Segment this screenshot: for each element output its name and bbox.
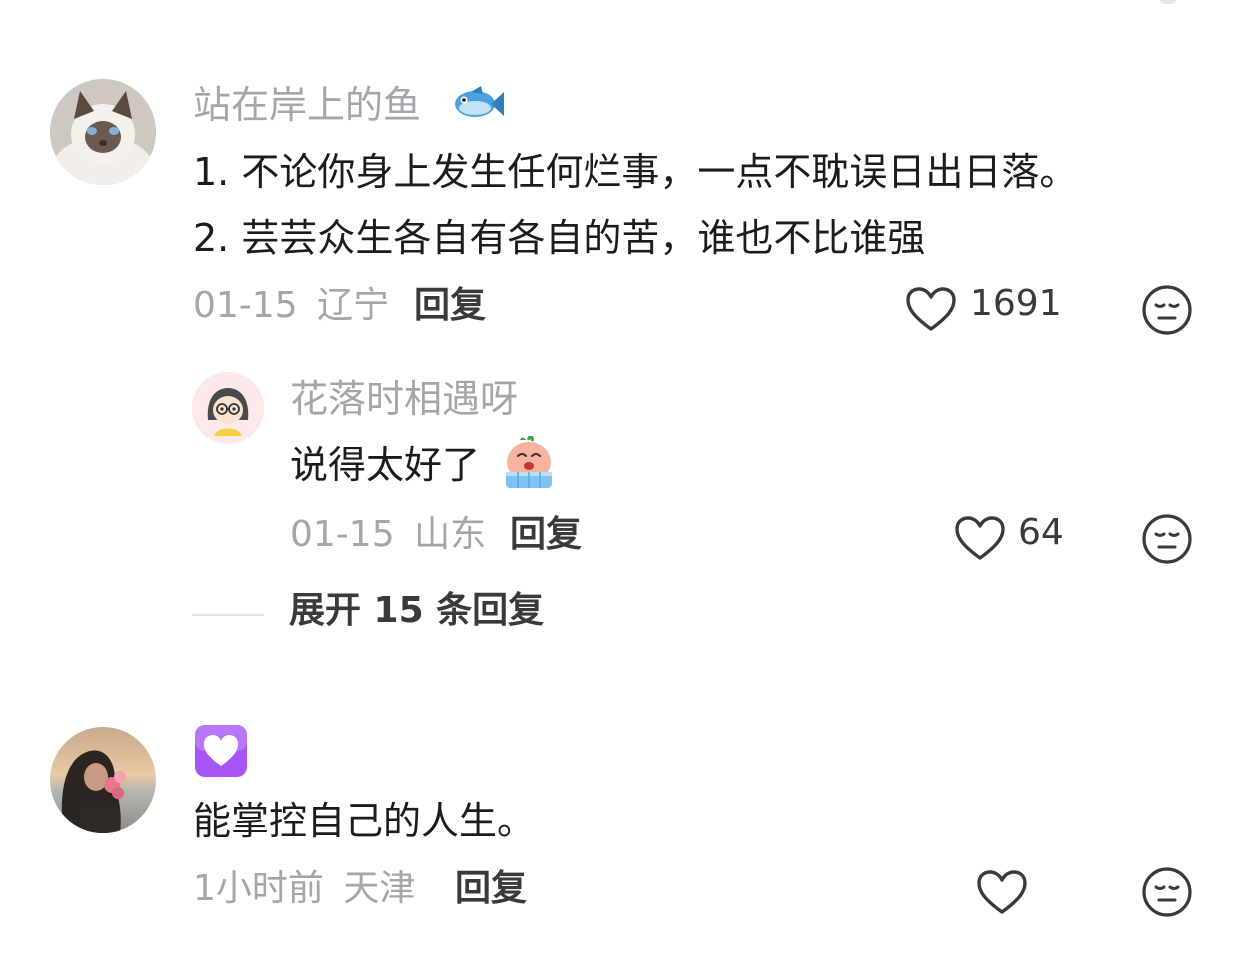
top-edge-mark [1160, 0, 1176, 4]
comment-text: 能掌控自己的人生。 [193, 799, 536, 843]
avatar[interactable] [50, 727, 156, 833]
reply-date: 01-15 山东 [290, 514, 487, 555]
dislike-face-icon[interactable] [1141, 513, 1193, 565]
purple-heart-emoji-icon [195, 725, 247, 777]
expand-replies-button[interactable]: 展开 15 条回复 [289, 593, 544, 629]
comment-time: 1小时前 天津 [193, 868, 416, 909]
cat-avatar-icon [50, 79, 156, 185]
cartoon-girl-avatar-icon [192, 372, 264, 444]
expand-divider [192, 614, 264, 616]
comment-location: 天津 [343, 868, 416, 909]
reply-button[interactable]: 回复 [414, 288, 486, 324]
reply-text: 说得太好了 [290, 443, 481, 487]
dislike-face-icon[interactable] [1141, 866, 1193, 918]
sunset-person-avatar-icon [50, 727, 156, 833]
comment-text-line-2: 2. 芸芸众生各自有各自的苦，谁也不比谁强 [193, 216, 926, 260]
reply-button[interactable]: 回复 [455, 871, 527, 907]
comment-location: 辽宁 [317, 285, 390, 326]
like-count: 64 [1018, 512, 1064, 553]
like-count: 1691 [970, 283, 1062, 324]
heart-outline-icon[interactable] [976, 869, 1028, 915]
comment-text-line-1: 1. 不论你身上发生任何烂事，一点不耽误日出日落。 [193, 150, 1078, 194]
reply-location: 山东 [414, 514, 487, 555]
avatar[interactable] [50, 79, 156, 185]
fish-emoji-icon [455, 86, 504, 117]
crying-emoji-icon [506, 436, 552, 488]
heart-outline-icon[interactable] [954, 515, 1006, 561]
comment-username[interactable]: 站在岸上的鱼 [193, 86, 421, 124]
reply-username[interactable]: 花落时相遇呀 [290, 380, 518, 418]
avatar[interactable] [192, 372, 264, 444]
reply-button[interactable]: 回复 [510, 517, 582, 553]
comment-date: 01-15 辽宁 [193, 285, 390, 326]
dislike-face-icon[interactable] [1141, 284, 1193, 336]
heart-outline-icon[interactable] [905, 286, 957, 332]
